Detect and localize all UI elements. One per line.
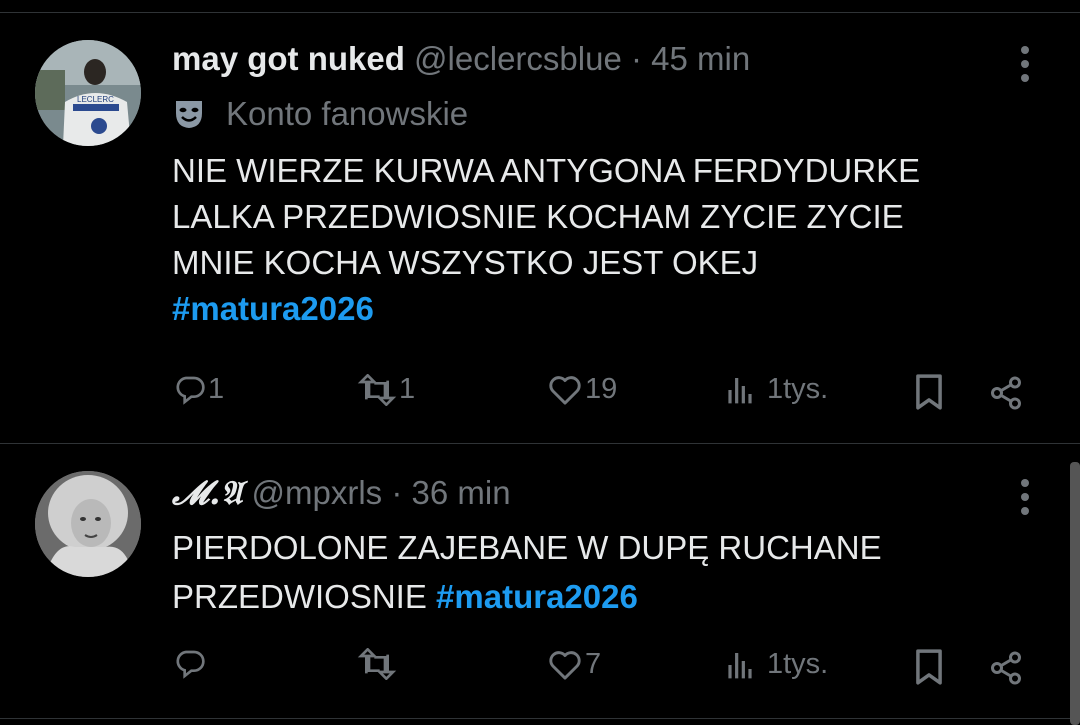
avatar[interactable]: LECLERC	[35, 40, 141, 146]
bookmark-button[interactable]	[912, 648, 946, 686]
tweet-text: PIERDOLONE ZAJEBANE W DUPĘ RUCHANE PRZED…	[172, 523, 1032, 621]
reply-icon	[176, 376, 205, 405]
reply-icon	[176, 650, 205, 679]
tweet-text-line: LALKA PRZEDWIOSNIE KOCHAM ZYCIE ZYCIE	[172, 198, 904, 235]
views-bar-chart-icon	[728, 652, 752, 678]
display-name[interactable]: 𝓜.𝔄	[172, 473, 242, 512]
more-vertical-icon[interactable]	[1012, 46, 1038, 88]
repost-count: 1	[399, 373, 416, 405]
reply-button[interactable]	[174, 648, 208, 680]
scrollbar[interactable]	[1070, 462, 1080, 725]
like-count: 19	[585, 373, 618, 405]
heart-icon	[549, 650, 581, 680]
bookmark-button[interactable]	[912, 373, 946, 411]
hashtag-link[interactable]: #matura2026	[436, 578, 638, 615]
like-button[interactable]: 19	[547, 373, 617, 406]
display-name[interactable]: may got nuked	[172, 40, 405, 77]
tweet-text-line: MNIE KOCHA WSZYSTKO JEST OKEJ	[172, 244, 759, 281]
tweet-header: 𝓜.𝔄 @mpxrls · 36 min	[172, 473, 511, 513]
user-handle[interactable]: @leclercsblue	[414, 40, 622, 77]
views-button[interactable]: 1tys.	[725, 373, 828, 406]
repost-button[interactable]	[357, 648, 399, 680]
hashtag-link[interactable]: #matura2026	[172, 290, 374, 327]
bottom-divider	[0, 718, 1080, 719]
tweet-text-line: PIERDOLONE ZAJEBANE W DUPĘ RUCHANE	[172, 529, 882, 566]
avatar[interactable]	[35, 471, 141, 577]
views-button[interactable]: 1tys.	[725, 648, 828, 681]
tweet-2[interactable]: 𝓜.𝔄 @mpxrls · 36 min PIERDOLONE ZAJEBANE…	[0, 443, 1080, 718]
share-button[interactable]	[988, 375, 1024, 411]
user-handle[interactable]: @mpxrls	[252, 474, 383, 511]
repost-icon	[357, 648, 397, 680]
views-count: 1tys.	[767, 648, 829, 680]
more-vertical-icon[interactable]	[1012, 479, 1038, 521]
views-bar-chart-icon	[728, 377, 752, 403]
theater-mask-icon	[176, 101, 202, 128]
fan-account-label: Konto fanowskie	[172, 95, 468, 133]
tweet-header: may got nuked @leclercsblue · 45 min	[172, 40, 750, 78]
reply-button[interactable]: 1	[174, 373, 224, 406]
tweet-text: NIE WIERZE KURWA ANTYGONA FERDYDURKE LAL…	[172, 148, 1032, 332]
repost-icon	[357, 373, 397, 406]
avatar-suit-text: LECLERC	[77, 95, 114, 104]
bookmark-icon	[916, 374, 942, 410]
share-icon	[991, 651, 1021, 685]
views-count: 1tys.	[767, 373, 829, 405]
bookmark-icon	[916, 649, 942, 685]
like-button[interactable]: 7	[547, 648, 601, 681]
reply-count: 1	[208, 373, 225, 405]
like-count: 7	[585, 648, 602, 680]
repost-button[interactable]: 1	[357, 373, 415, 406]
timestamp[interactable]: · 36 min	[391, 474, 510, 511]
tweet-1[interactable]: LECLERC may got nuked @leclercsblue · 45…	[0, 0, 1080, 443]
heart-icon	[549, 375, 581, 405]
share-button[interactable]	[988, 650, 1024, 686]
tweet-text-line: NIE WIERZE KURWA ANTYGONA FERDYDURKE	[172, 152, 921, 189]
timestamp[interactable]: · 45 min	[631, 40, 750, 77]
share-icon	[991, 376, 1021, 410]
fan-label-text: Konto fanowskie	[226, 95, 469, 132]
tweet-text-line: PRZEDWIOSNIE	[172, 578, 427, 615]
